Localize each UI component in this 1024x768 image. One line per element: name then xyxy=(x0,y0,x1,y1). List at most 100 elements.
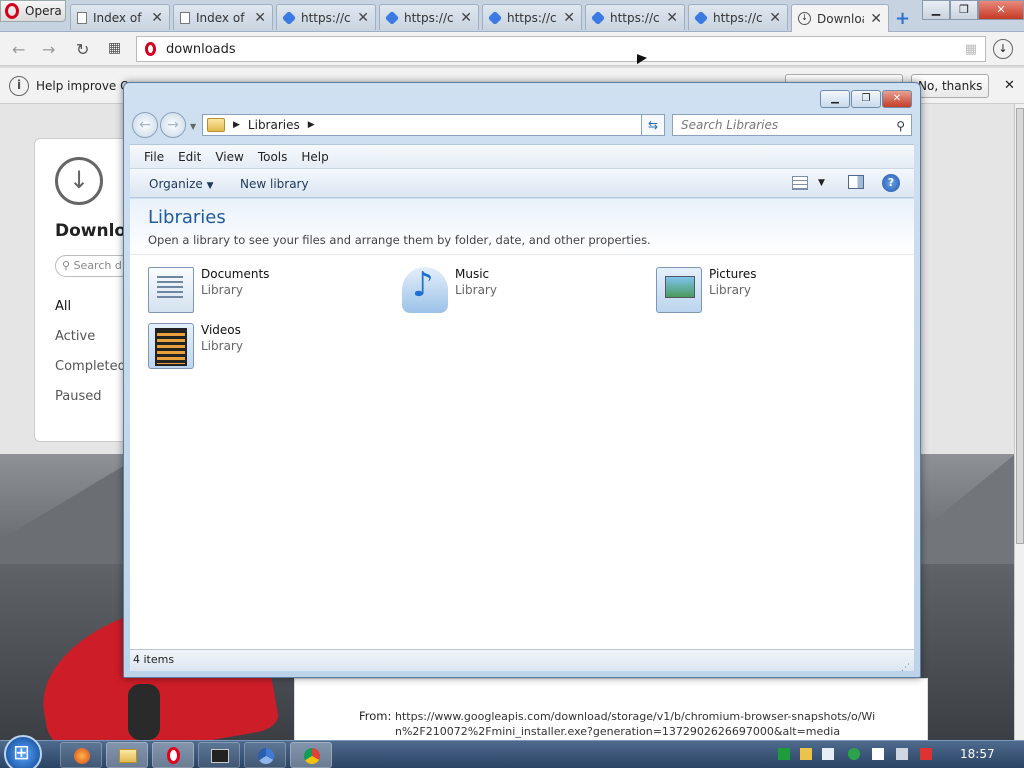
menu-tools[interactable]: Tools xyxy=(258,150,288,164)
tab-close-icon[interactable]: ✕ xyxy=(769,10,781,26)
taskbar-firefox[interactable] xyxy=(60,742,102,768)
minimize-button[interactable]: ▁ xyxy=(820,90,850,108)
tab-close-icon[interactable]: ✕ xyxy=(563,10,575,26)
status-bar: 4 items ⋰ xyxy=(130,649,914,673)
start-button[interactable] xyxy=(4,735,42,768)
speed-dial-grid-icon[interactable]: ▦ xyxy=(108,40,121,56)
download-source-link[interactable]: https://www.googleapis.com/download/stor… xyxy=(395,709,891,739)
menu-view[interactable]: View xyxy=(215,150,243,164)
tray-network-icon[interactable] xyxy=(778,748,790,760)
library-name: Music xyxy=(455,267,490,281)
tab-label: https://c xyxy=(610,10,660,25)
tab-close-icon[interactable]: ✕ xyxy=(666,10,678,26)
new-library-button[interactable]: New library xyxy=(240,177,309,191)
address-input[interactable]: downloads ▦ xyxy=(136,36,986,62)
minimize-button[interactable]: ▁ xyxy=(922,0,950,20)
tab-https-4[interactable]: https://c ✕ xyxy=(585,4,685,30)
refresh-button[interactable]: ⇆ xyxy=(641,114,665,136)
search-input[interactable]: Search Libraries ⚲ xyxy=(672,114,912,136)
taskbar-opera[interactable] xyxy=(152,742,194,768)
reload-icon[interactable]: ↻ xyxy=(76,40,89,59)
tray-flag-icon[interactable] xyxy=(872,748,884,760)
tab-close-icon[interactable]: ✕ xyxy=(151,10,163,26)
tab-label: https://c xyxy=(301,10,351,25)
tab-close-icon[interactable]: ✕ xyxy=(357,10,369,26)
library-type: Library xyxy=(201,283,243,297)
breadcrumb[interactable]: ▶ Libraries ▶ ▼ xyxy=(202,114,664,136)
taskbar-chromium[interactable] xyxy=(244,742,286,768)
no-thanks-button[interactable]: No, thanks xyxy=(911,74,990,98)
taskbar-explorer[interactable] xyxy=(106,742,148,768)
nav-active[interactable]: Active xyxy=(55,329,95,344)
menu-help[interactable]: Help xyxy=(301,150,328,164)
library-music[interactable]: Music Library xyxy=(402,263,642,315)
chromium-icon xyxy=(590,10,606,25)
chevron-right-icon[interactable]: ▶ xyxy=(308,120,315,130)
chromium-icon xyxy=(258,748,274,764)
scrollbar-thumb[interactable] xyxy=(1016,108,1024,544)
tab-label: Index of xyxy=(93,10,142,25)
command-bar: Organize ▼ New library ▼ ? xyxy=(130,168,914,198)
browser-window-controls: ▁ ❐ ✕ xyxy=(922,0,1024,20)
organize-button[interactable]: Organize ▼ xyxy=(149,177,214,191)
tray-display-icon[interactable] xyxy=(896,748,908,760)
chevron-down-icon: ▼ xyxy=(206,181,214,191)
taskbar-chrome[interactable] xyxy=(290,742,332,768)
nav-all[interactable]: All xyxy=(55,299,71,314)
opera-page-icon xyxy=(145,42,156,56)
new-tab-icon[interactable]: + xyxy=(895,8,910,29)
close-button[interactable]: ✕ xyxy=(882,90,912,108)
tab-downloads[interactable]: ↓ Downloa ✕ xyxy=(791,4,889,32)
page-scrollbar[interactable] xyxy=(1014,104,1024,740)
tab-close-icon[interactable]: ✕ xyxy=(460,10,472,26)
recent-pages-dropdown-icon[interactable]: ▼ xyxy=(190,122,196,138)
close-icon[interactable]: ✕ xyxy=(1004,78,1015,93)
documents-library-icon xyxy=(148,267,194,313)
maximize-button[interactable]: ❐ xyxy=(851,90,881,108)
grid-icon[interactable]: ▦ xyxy=(965,42,977,57)
library-videos[interactable]: Videos Library xyxy=(148,319,388,371)
chevron-down-icon[interactable]: ▼ xyxy=(818,178,825,188)
help-icon[interactable]: ? xyxy=(882,174,900,192)
tab-https-5[interactable]: https://c ✕ xyxy=(688,4,788,30)
tab-close-icon[interactable]: ✕ xyxy=(254,10,266,26)
search-placeholder: Search d xyxy=(73,259,122,272)
nav-paused[interactable]: Paused xyxy=(55,389,101,404)
resize-grip-icon[interactable]: ⋰ xyxy=(901,658,910,678)
tab-https-2[interactable]: https://c ✕ xyxy=(379,4,479,30)
tab-label: https://c xyxy=(404,10,454,25)
change-view-icon[interactable] xyxy=(792,176,808,190)
tab-https-3[interactable]: https://c ✕ xyxy=(482,4,582,30)
info-icon: i xyxy=(9,76,29,96)
maximize-button[interactable]: ❐ xyxy=(950,0,978,20)
tray-folder-icon[interactable] xyxy=(800,748,812,760)
tab-index-1[interactable]: Index of ✕ xyxy=(70,4,170,30)
tab-index-2[interactable]: Index of ✕ xyxy=(173,4,273,30)
tray-volume-muted-icon[interactable] xyxy=(920,748,932,760)
close-button[interactable]: ✕ xyxy=(978,0,1024,20)
chevron-right-icon[interactable]: ▶ xyxy=(233,120,240,130)
chrome-icon xyxy=(304,748,320,764)
forward-arrow-icon[interactable]: → xyxy=(42,40,55,59)
address-text: downloads xyxy=(166,41,236,57)
tray-security-icon[interactable] xyxy=(848,748,860,760)
menu-edit[interactable]: Edit xyxy=(178,150,201,164)
tab-close-icon[interactable]: ✕ xyxy=(870,11,882,27)
downloads-icon[interactable]: ↓ xyxy=(993,39,1013,59)
menu-file[interactable]: File xyxy=(144,150,164,164)
opera-menu-button[interactable]: Opera xyxy=(0,0,66,22)
breadcrumb-libraries[interactable]: Libraries xyxy=(248,118,300,132)
library-type: Library xyxy=(455,283,497,297)
music-library-icon xyxy=(402,265,448,313)
back-arrow-icon[interactable]: ← xyxy=(12,40,25,59)
tab-https-1[interactable]: https://c ✕ xyxy=(276,4,376,30)
nav-completed[interactable]: Completed xyxy=(55,359,126,374)
library-pictures[interactable]: Pictures Library xyxy=(656,263,896,315)
library-documents[interactable]: Documents Library xyxy=(148,263,388,315)
forward-button[interactable]: → xyxy=(160,112,186,138)
preview-pane-icon[interactable] xyxy=(848,175,864,189)
taskbar-terminal[interactable] xyxy=(198,742,240,768)
clock[interactable]: 18:57 xyxy=(960,747,995,761)
back-button[interactable]: ← xyxy=(132,112,158,138)
tray-document-icon[interactable] xyxy=(822,748,834,760)
